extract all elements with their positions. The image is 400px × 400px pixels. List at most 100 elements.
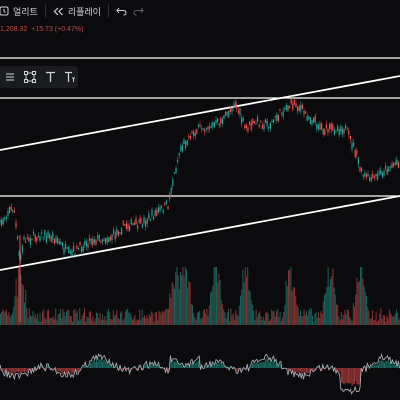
candle-body [151,209,153,216]
text-size-tool-icon[interactable] [63,70,77,84]
candle-body [117,230,119,237]
oscillator-bar [376,364,378,368]
volume-bar [168,308,169,325]
oscillator-bar [255,362,257,368]
candle-body [373,176,375,179]
volume-bar [343,314,345,325]
volume-bar [274,316,276,325]
candle-body [317,124,319,129]
volume-bar [75,312,77,325]
oscillator-bar [214,365,216,368]
candle-body [375,174,377,177]
volume-bar [327,267,329,325]
volume-bar [394,313,396,325]
channel-lower-trendline[interactable] [0,195,400,271]
candle-body [388,166,390,172]
candle-body [356,150,358,155]
volume-bar [88,312,90,325]
candle-body [76,245,78,249]
candle-body [289,105,291,109]
volume-bar [84,308,85,325]
oscillator-bar [79,368,81,371]
volume-bar [198,311,199,325]
volume-bar [265,313,267,325]
oscillator-bar [156,366,157,368]
oscillator-bar [264,362,265,368]
volume-bar [260,315,262,325]
price-chart[interactable] [0,0,400,400]
oscillator-bar [91,363,93,368]
volume-bar [54,319,55,325]
volume-bar [262,316,264,325]
volume-bar [354,306,355,325]
volume-bar [33,316,35,325]
candle-body [213,122,215,128]
volume-bar [207,315,209,325]
volume-bar [382,315,384,325]
oscillator-bar [375,364,377,368]
oscillator-bar [72,368,73,373]
candle-body [372,173,374,178]
oscillator-bar [302,368,304,373]
volume-bar [148,314,150,325]
oscillator-bar [220,362,222,368]
candle-body [101,239,103,242]
volume-bar [232,313,234,325]
volume-bar [278,317,280,325]
text-tool-icon[interactable] [43,70,57,84]
candle-body [100,241,102,244]
drawing-menu-icon[interactable] [3,70,17,84]
volume-bar [18,267,19,325]
oscillator-bar [175,361,177,368]
volume-bar [228,308,229,325]
oscillator-bar [44,368,46,370]
candle-body [229,107,231,113]
candle-body [319,123,321,130]
oscillator-bar [12,368,13,372]
volume-bar [285,280,287,325]
volume-bar [297,307,299,325]
volume-bar [306,310,307,325]
volume-bar [309,308,311,325]
candle-body [290,98,292,104]
candle-body [162,209,164,214]
candle-body [207,127,209,130]
volume-bar [367,307,369,325]
candle-body [149,219,151,221]
oscillator-bar [8,368,10,371]
oscillator-bar [13,368,15,374]
volume-bar [69,316,71,325]
volume-bar [25,289,27,325]
oscillator-bar [194,363,196,368]
volume-bar [325,292,327,325]
volume-bar [165,308,167,325]
candle-body [293,99,295,105]
candle-body [153,216,155,220]
oscillator-bar [174,361,175,368]
candle-body [269,122,271,129]
rectangle-select-icon[interactable] [23,70,37,84]
candle-body [39,236,41,242]
candle-body [313,118,315,123]
volume-bar [175,272,177,325]
volume-bar [290,267,292,325]
candle-body [135,218,137,225]
oscillator-bar [87,366,89,368]
volume-bar [39,312,41,325]
volume-bar [388,309,390,325]
oscillator-bar [99,359,101,368]
volume-bar [99,312,101,325]
oscillator-bar [66,368,67,375]
oscillator-bar [256,361,258,368]
oscillator-bar [348,368,349,383]
volume-bar [74,309,76,325]
oscillator-bar [386,360,388,368]
volume-bar [289,269,291,325]
candle-body [255,123,257,125]
oscillator-bar [394,365,396,368]
volume-bar [3,310,5,325]
volume-bar [100,320,102,325]
volume-bar [76,310,78,325]
volume-bar [358,280,360,325]
volume-bar [182,267,184,325]
